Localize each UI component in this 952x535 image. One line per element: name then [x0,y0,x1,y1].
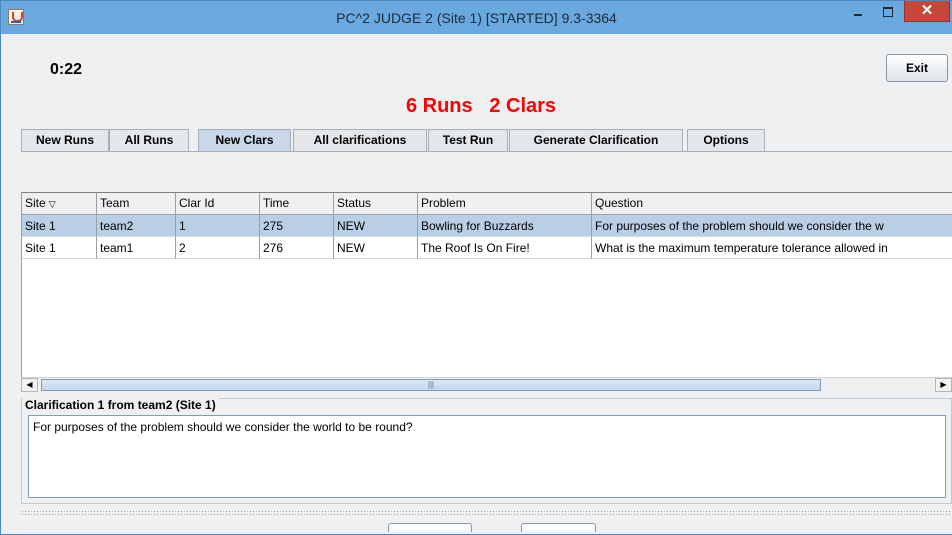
exit-button[interactable]: Exit [886,54,948,82]
cell-question: For purposes of the problem should we co… [592,215,952,237]
cell-clar-id: 1 [176,215,260,237]
cell-time: 275 [260,215,334,237]
scroll-thumb[interactable]: ||| [41,379,821,391]
clarification-title: Clarification 1 from team2 (Site 1) [22,398,219,412]
split-pane-divider[interactable] [21,510,952,515]
column-header-site[interactable]: Site ▽ [22,193,97,215]
table-row[interactable]: Site 1 team2 1 275 NEW Bowling for Buzza… [22,215,952,237]
minimize-button[interactable] [843,1,873,23]
tab-test-run[interactable]: Test Run [428,129,508,151]
column-header-label: Site [25,196,46,210]
table-row[interactable]: Site 1 team1 2 276 NEW The Roof Is On Fi… [22,237,952,259]
tab-divider [21,151,952,152]
column-header-team[interactable]: Team [97,193,176,215]
column-header-clar-id[interactable]: Clar Id [176,193,260,215]
run-clar-summary: 6 Runs 2 Clars [405,95,557,117]
cell-problem: The Roof Is On Fire! [418,237,592,259]
answer-label-rest: nswer [417,530,452,532]
app-window: PC^2 JUDGE 2 (Site 1) [STARTED] 9.3-3364… [0,0,952,535]
cell-problem: Bowling for Buzzards [418,215,592,237]
cell-team: team2 [97,215,176,237]
tab-all-runs[interactable]: All Runs [109,129,189,151]
cell-site: Site 1 [22,215,97,237]
tab-all-clarifications[interactable]: All clarifications [293,129,427,151]
close-button[interactable]: ✕ [904,1,950,22]
main-content: 0:22 Exit 6 Runs 2 Clars New Runs All Ru… [10,34,952,532]
cell-team: team1 [97,237,176,259]
answer-button[interactable]: Answer [388,523,472,532]
scroll-right-arrow-icon[interactable]: ▶ [935,378,952,392]
answer-mnemonic: A [408,530,417,532]
filter-button[interactable]: Filter [521,523,596,532]
window-title: PC^2 JUDGE 2 (Site 1) [STARTED] 9.3-3364 [336,10,617,26]
column-header-status[interactable]: Status [334,193,418,215]
cell-question: What is the maximum temperature toleranc… [592,237,952,259]
column-header-question[interactable]: Question [592,193,952,215]
maximize-button[interactable] [873,1,903,23]
cell-status: NEW [334,215,418,237]
clarifications-table: Site ▽ Team Clar Id Time Status Problem Q… [21,192,952,377]
column-header-time[interactable]: Time [260,193,334,215]
cell-clar-id: 2 [176,237,260,259]
clarification-panel: Clarification 1 from team2 (Site 1) For … [21,398,952,504]
cell-time: 276 [260,237,334,259]
title-bar[interactable]: PC^2 JUDGE 2 (Site 1) [STARTED] 9.3-3364… [1,1,952,34]
horizontal-scrollbar[interactable]: ◀ ||| ▶ [21,377,952,392]
contest-clock: 0:22 [50,61,83,78]
tab-options[interactable]: Options [687,129,765,151]
tab-new-clars[interactable]: New Clars [198,129,291,152]
scroll-left-arrow-icon[interactable]: ◀ [21,378,38,392]
cell-status: NEW [334,237,418,259]
column-header-problem[interactable]: Problem [418,193,592,215]
tab-new-runs[interactable]: New Runs [21,129,109,151]
cell-site: Site 1 [22,237,97,259]
table-header: Site ▽ Team Clar Id Time Status Problem Q… [22,193,952,215]
clarification-text-area[interactable]: For purposes of the problem should we co… [28,415,946,498]
tab-generate-clarification[interactable]: Generate Clarification [509,129,683,151]
sort-icon: ▽ [48,199,56,209]
